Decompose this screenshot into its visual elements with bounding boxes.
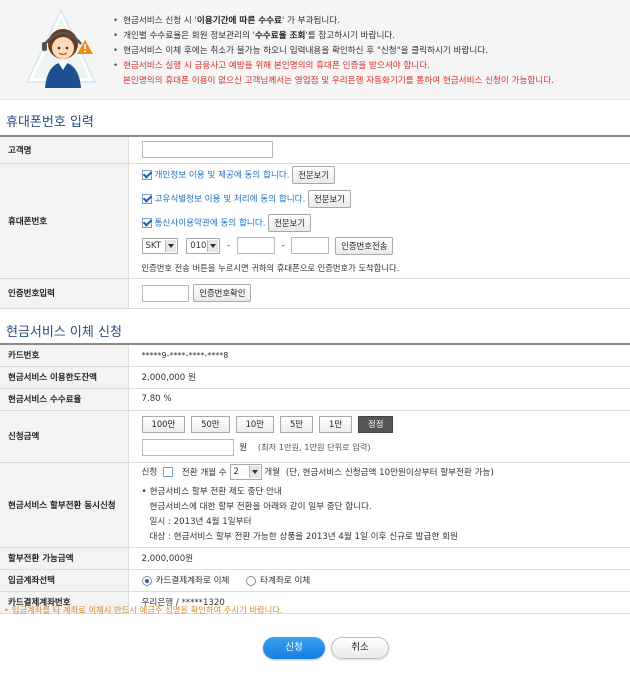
limit-balance-label: 현금서비스 이용한도잔액 xyxy=(0,366,129,389)
amount-help: (최저 1만원, 1만원 단위로 입력) xyxy=(257,442,371,452)
installment-label: 현금서비스 할부전환 동시신청 xyxy=(0,462,129,548)
phone-form: 고객명 휴대폰번호 개인정보 이용 및 제공에 동의 합니다. 전문보기 고유식… xyxy=(0,135,630,309)
agree-carrier-terms-label: 통신사이용약관에 동의 합니다. xyxy=(154,218,266,228)
agree-privacy-checkbox[interactable] xyxy=(141,169,152,180)
card-account-label: 카드결제계좌로 이체 xyxy=(155,576,230,586)
customer-name-input[interactable] xyxy=(141,141,273,159)
installment-notice-title: • 현금서비스 할부 전환 제도 중단 안내 xyxy=(141,486,282,497)
amount-label: 신청금액 xyxy=(0,410,129,463)
footnote: 입금계좌를 타 계좌로 이체시 반드시 예금주 성명을 확인하여 주시기 바랍니… xyxy=(4,604,283,616)
installment-notice-line: 현금서비스에 대한 할부 전환을 아래와 같이 일부 중단 합니다. xyxy=(149,501,372,512)
fee-rate-label: 현금서비스 수수료율 xyxy=(0,388,129,411)
phone-last-input[interactable] xyxy=(291,237,330,254)
cancel-button[interactable]: 취소 xyxy=(331,637,389,659)
installment-months-select[interactable]: 2 xyxy=(229,464,262,481)
carrier-select[interactable]: SKT xyxy=(141,237,178,254)
phone-middle-input[interactable] xyxy=(236,237,275,254)
send-help-text: 인증번호 전송 버튼을 누르시면 귀하의 휴대폰으로 인증번호가 도착합니다. xyxy=(141,262,400,273)
auth-code-label: 인증번호입력 xyxy=(0,278,129,309)
view-full-button[interactable]: 전문보기 xyxy=(308,189,351,208)
notice-list: 현금서비스 신청 시 '이용기간에 따른 수수료' 가 부과됩니다. 개인별 수… xyxy=(113,14,554,89)
section-title-phone: 휴대폰번호 입력 xyxy=(6,115,94,130)
agree-unique-id-label: 고유식별정보 이용 및 처리에 동의 합니다. xyxy=(154,194,306,204)
view-full-button[interactable]: 전문보기 xyxy=(268,213,312,232)
card-number-label: 카드번호 xyxy=(0,343,129,367)
notice-item-warning: 현금서비스 실행 시 금융사고 예방을 위해 본인명의의 휴대폰 인증을 받으셔… xyxy=(113,59,554,74)
chevron-down-icon xyxy=(248,466,260,479)
fee-rate-value: 7.80 % xyxy=(128,388,630,411)
installment-apply-label: 신청 xyxy=(141,467,158,478)
dash-separator: - xyxy=(281,241,285,251)
notice-item: 현금서비스 신청 시 '이용기간에 따른 수수료' 가 부과됩니다. xyxy=(113,14,554,29)
section-title-cash-transfer: 현금서비스 이체 신청 xyxy=(6,325,122,340)
view-full-button[interactable]: 전문보기 xyxy=(292,165,336,184)
notice-box: 현금서비스 신청 시 '이용기간에 따른 수수료' 가 부과됩니다. 개인별 수… xyxy=(0,0,630,100)
amount-reset-button[interactable]: 정정 xyxy=(358,416,394,433)
limit-balance-value: 2,000,000 원 xyxy=(128,366,630,389)
chevron-down-icon xyxy=(207,239,219,252)
phone-number-label: 휴대폰번호 xyxy=(0,163,129,279)
other-account-radio[interactable] xyxy=(246,575,257,586)
installment-possible-value: 2,000,000원 xyxy=(128,547,630,570)
helper-avatar xyxy=(25,8,97,88)
agree-privacy-label: 개인정보 이용 및 제공에 동의 합니다. xyxy=(154,170,290,180)
card-number-value: *****9-****-****-****8 xyxy=(128,343,630,367)
amount-500000-button[interactable]: 50만 xyxy=(191,416,230,433)
amount-50000-button[interactable]: 5만 xyxy=(279,416,313,433)
installment-months-unit: 개월 xyxy=(264,467,281,478)
card-account-radio[interactable] xyxy=(141,575,152,586)
confirm-auth-code-button[interactable]: 인증번호확인 xyxy=(193,284,252,302)
chevron-down-icon xyxy=(164,239,176,252)
agree-carrier-terms-checkbox[interactable] xyxy=(141,217,152,228)
phone-prefix-select[interactable]: 010 xyxy=(186,237,221,254)
agree-unique-id-checkbox[interactable] xyxy=(141,193,152,204)
amount-unit: 원 xyxy=(239,443,248,453)
amount-1000000-button[interactable]: 100만 xyxy=(141,416,186,433)
amount-input[interactable] xyxy=(141,439,234,456)
other-account-label: 타계좌로 이체 xyxy=(260,576,311,586)
installment-help: (단, 현금서비스 신청금액 10만원이상부터 할부전환 가능) xyxy=(285,467,494,478)
installment-notice-line: 대상 : 현금서비스 할부 전환 가능한 상품을 2013년 4월 1일 이후 … xyxy=(149,531,458,542)
installment-months-label: 전환 개월 수 xyxy=(181,467,227,478)
dash-separator: - xyxy=(226,241,231,251)
amount-10000-button[interactable]: 1만 xyxy=(319,416,353,433)
auth-code-input[interactable] xyxy=(141,284,189,302)
installment-possible-label: 할부전환 가능금액 xyxy=(0,547,129,570)
amount-buttons: 100만 50만 10만 5만 1만 정정 xyxy=(141,416,630,433)
customer-name-label: 고객명 xyxy=(0,135,129,164)
deposit-account-label: 입금계좌선택 xyxy=(0,569,129,592)
amount-100000-button[interactable]: 10만 xyxy=(235,416,274,433)
installment-checkbox[interactable] xyxy=(163,467,174,478)
notice-item-warning: 본인명의의 휴대폰 이용이 없으신 고객님께서는 영업점 및 우리은행 자동화기… xyxy=(123,76,554,86)
submit-button[interactable]: 신청 xyxy=(263,637,325,659)
cash-transfer-form: 카드번호 *****9-****-****-****8 현금서비스 이용한도잔액… xyxy=(0,343,630,614)
installment-notice-line: 일시 : 2013년 4월 1일부터 xyxy=(149,516,252,527)
send-auth-code-button[interactable]: 인증번호전송 xyxy=(335,236,394,255)
notice-item: 개인별 수수료율은 회원 정보관리의 '수수료율 조회'를 참고하시기 바랍니다… xyxy=(113,29,554,44)
notice-item: 현금서비스 이체 후에는 취소가 불가능 하오니 입력내용을 확인하신 후 "신… xyxy=(113,44,554,59)
